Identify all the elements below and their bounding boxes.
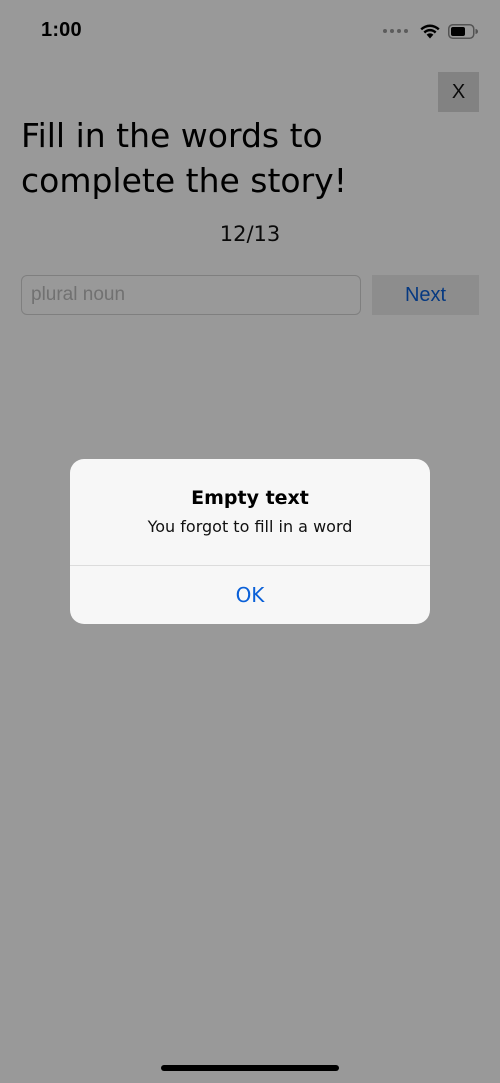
alert-dialog: Empty text You forgot to fill in a word … (70, 459, 430, 624)
ok-button[interactable]: OK (70, 566, 430, 624)
home-indicator (161, 1065, 339, 1071)
app-screen: 1:00 X Fill in the words to complete the… (0, 0, 500, 1083)
alert-title: Empty text (191, 487, 309, 509)
alert-message: You forgot to fill in a word (147, 517, 353, 536)
